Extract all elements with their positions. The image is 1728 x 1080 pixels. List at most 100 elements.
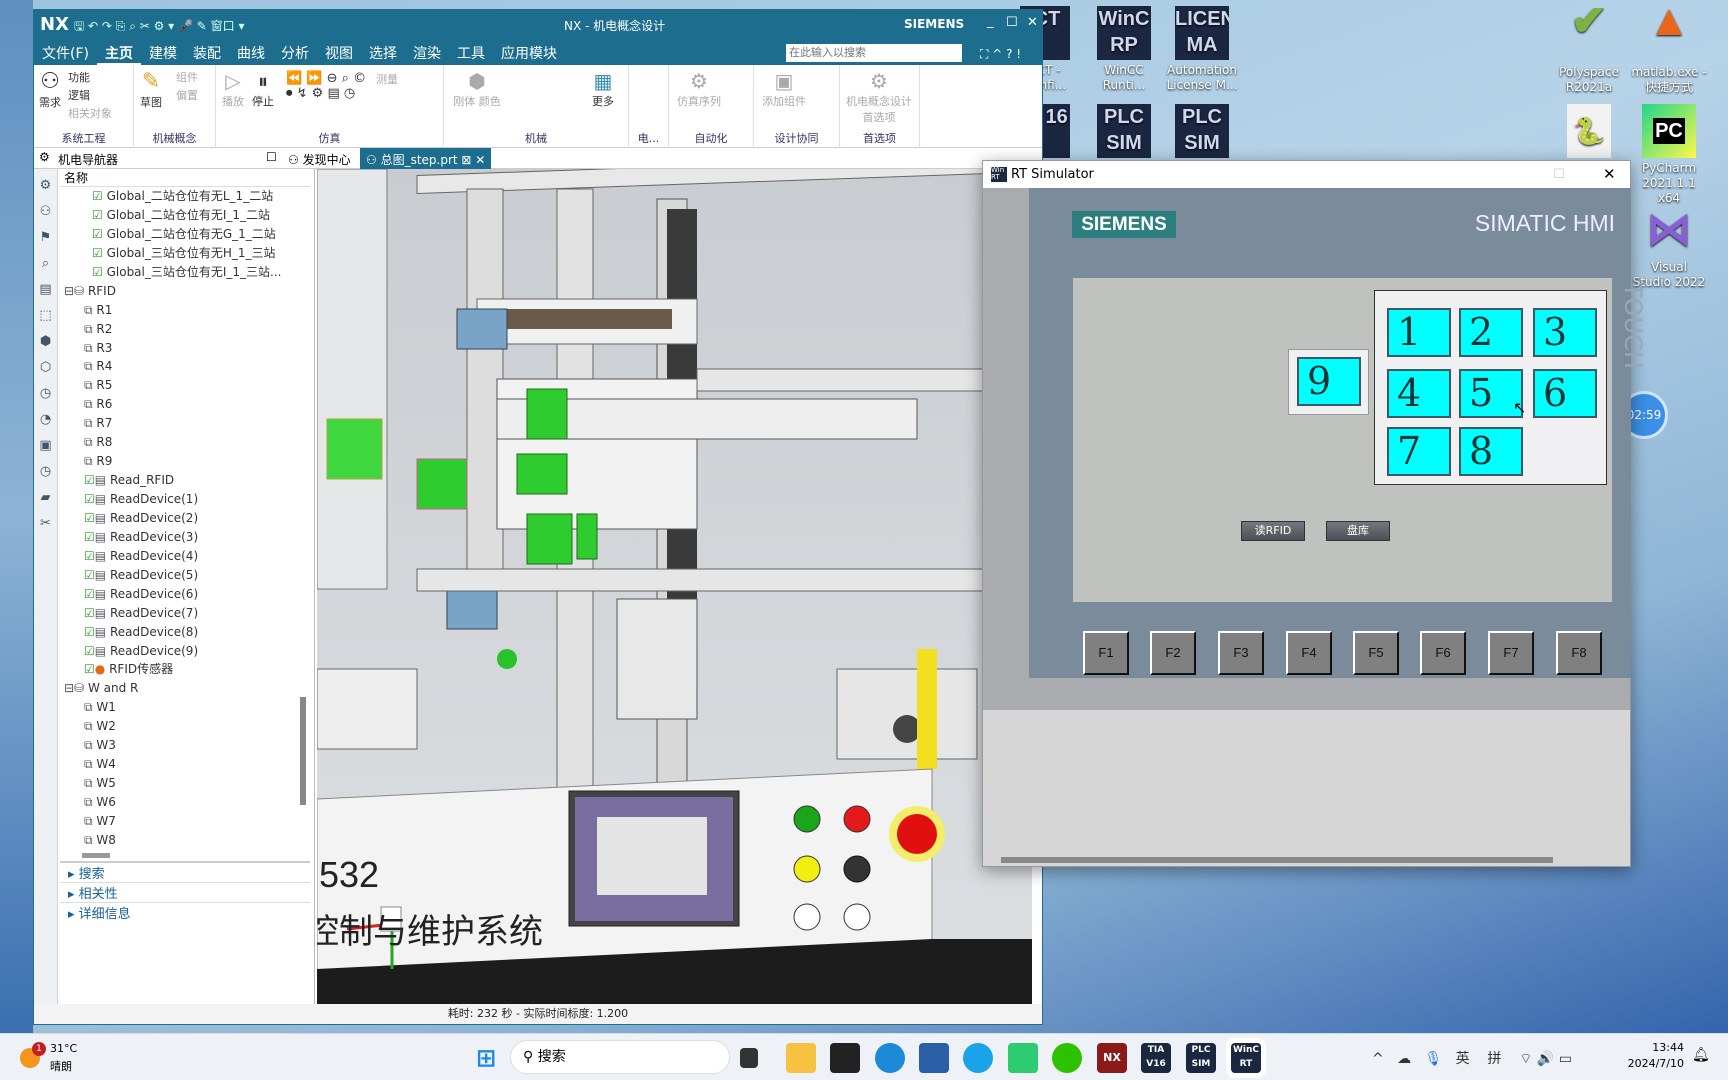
stop-button[interactable]: ⏸ 停止 — [252, 69, 274, 109]
column-header-name[interactable]: 名称 — [60, 169, 310, 187]
menu-analysis[interactable]: 分析 — [273, 40, 317, 63]
quick-access-toolbar[interactable]: 🖫 ↶ ↷ ⎘ ⌕ ✂ ⚙ ▾ 🎤 ✎ 窗口 ▾ — [74, 17, 245, 38]
menu-curve[interactable]: 曲线 — [229, 40, 273, 63]
maximize-button[interactable]: ☐ — [1006, 15, 1018, 30]
tree-vertical-scrollbar[interactable] — [300, 697, 306, 805]
close-button[interactable]: ✕ — [1027, 15, 1038, 30]
function-key-f4[interactable]: F4 — [1286, 631, 1332, 675]
ribbon-options-icons[interactable]: ⛶ ^ ? ! — [972, 44, 1029, 62]
section-dependencies[interactable]: ▸ 相关性 — [60, 883, 310, 903]
related-objects-button[interactable]: 相关对象 — [68, 105, 112, 121]
measure-button[interactable]: 测量 — [376, 71, 398, 87]
slot-button-1[interactable]: 1 — [1387, 308, 1451, 357]
tree-item[interactable]: ⊟⛁ W and R — [60, 679, 296, 698]
tree-item[interactable]: ☑ Global_三站仓位有无I_1_三站... — [60, 263, 296, 282]
taskbar-app-task-view[interactable] — [740, 1048, 758, 1068]
function-key-f6[interactable]: F6 — [1420, 631, 1466, 675]
rt-horizontal-scrollbar[interactable] — [1001, 857, 1553, 863]
section-details[interactable]: ▸ 详细信息 — [60, 903, 310, 923]
desktop-icon-plcsim[interactable]: PLC SIM — [1164, 104, 1240, 161]
menu-application[interactable]: 应用模块 — [493, 40, 565, 63]
minimize-button[interactable]: _ — [987, 14, 994, 29]
window-menu[interactable]: 窗口 — [211, 19, 235, 33]
tree-item[interactable]: ☑▤ ReadDevice(9) — [60, 642, 296, 661]
menu-tools[interactable]: 工具 — [449, 40, 493, 63]
taskbar-app-wechat[interactable] — [1052, 1043, 1082, 1073]
tree-item[interactable]: ☑ Global_二站仓位有无G_1_二站 — [60, 225, 296, 244]
battery-icon[interactable]: ▭ — [1559, 1051, 1572, 1067]
tree-item[interactable]: ☑▤ ReadDevice(3) — [60, 528, 296, 547]
taskbar-app-nx[interactable]: NX — [1097, 1043, 1127, 1073]
close-button[interactable]: ✕ — [1603, 161, 1616, 188]
desktop-icon-python-file[interactable]: 🐍 — [1551, 104, 1627, 161]
desktop-icon-matlab[interactable]: ▲ matlab.exe - 快捷方式 — [1631, 8, 1707, 95]
maximize-button[interactable]: ☐ — [1553, 161, 1565, 188]
start-button[interactable]: ⊞ — [471, 1043, 501, 1073]
input-lang[interactable]: 英 — [1456, 1051, 1470, 1067]
tree-item[interactable]: ⧉ W2 — [60, 717, 296, 736]
tree-item[interactable]: ⧉ R4 — [60, 357, 296, 376]
tree-item[interactable]: ⧉ W3 — [60, 736, 296, 755]
function-key-f1[interactable]: F1 — [1083, 631, 1129, 675]
section-search[interactable]: ▸ 搜索 — [60, 863, 310, 883]
slot-button-7[interactable]: 7 — [1387, 427, 1451, 476]
resource-bar-icons[interactable]: ⚙ ⚇ ⚑ ⌕ ▤ ⬚ ⬢ ⬡ ◷ ◔ ▣ ◷ ▰ ✂ — [34, 169, 57, 537]
tree-item[interactable]: ⧉ R2 — [60, 320, 296, 339]
tree-item[interactable]: ⊟⛁ RFID — [60, 282, 296, 301]
wifi-icon[interactable]: ⌔ — [1519, 1051, 1532, 1067]
taskbar-search[interactable]: ⚲ 搜索 — [510, 1040, 730, 1074]
mcd-preferences-button[interactable]: ⚙ 机电概念设计首选项 — [846, 69, 912, 125]
offset-button[interactable]: 偏置 — [176, 87, 198, 103]
tree-item[interactable]: ☑● RFID传感器 — [60, 660, 296, 679]
desktop-icon-wincc-runtime[interactable]: WinC RP WinCC Runti... — [1086, 6, 1162, 93]
clock[interactable]: 13:44 2024/7/10 — [1620, 1040, 1684, 1072]
logic-button[interactable]: 逻辑 — [68, 87, 90, 103]
taskbar-app-store[interactable] — [919, 1043, 949, 1073]
inventory-button[interactable]: 盘库 — [1326, 521, 1390, 541]
tree-item[interactable]: ⧉ R5 — [60, 376, 296, 395]
tree-item[interactable]: ⧉ W5 — [60, 774, 296, 793]
slot-button-6[interactable]: 6 — [1533, 369, 1597, 418]
desktop-icon-visual-studio[interactable]: ⋈ Visual Studio 2022 — [1631, 203, 1707, 290]
function-button[interactable]: 功能 — [68, 69, 90, 85]
slot-button-8[interactable]: 8 — [1459, 427, 1523, 476]
taskbar-app-browser[interactable] — [963, 1043, 993, 1073]
tree-item[interactable]: ☑ Global_三站仓位有无H_1_三站 — [60, 244, 296, 263]
function-key-f5[interactable]: F5 — [1353, 631, 1399, 675]
show-hidden-icons[interactable]: ^ — [1372, 1051, 1384, 1067]
taskbar-app-black[interactable] — [830, 1043, 860, 1073]
navigator-maximize-icon[interactable]: ☐ — [266, 150, 277, 164]
slot-button-3[interactable]: 3 — [1533, 308, 1597, 357]
tree-item[interactable]: ⧉ W7 — [60, 812, 296, 831]
menu-select[interactable]: 选择 — [361, 40, 405, 63]
play-button[interactable]: ▷ 播放 — [222, 69, 244, 109]
tree-item[interactable]: ⧉ W6 — [60, 793, 296, 812]
slot-button-4[interactable]: 4 — [1387, 369, 1451, 418]
microphone-icon[interactable]: 🎙 — [1424, 1051, 1442, 1067]
tree-horizontal-scrollbar[interactable] — [82, 853, 110, 858]
desktop-icon-pycharm[interactable]: PC PyCharm 2021.1.1 x64 — [1631, 104, 1707, 206]
desktop-icon-polyspace[interactable]: ✔ Polyspace R2021a — [1551, 8, 1627, 95]
tree-item[interactable]: ⧉ R8 — [60, 433, 296, 452]
taskbar-app-green[interactable] — [1008, 1043, 1038, 1073]
function-key-f2[interactable]: F2 — [1150, 631, 1196, 675]
taskbar-app-edge[interactable] — [875, 1043, 905, 1073]
tree-item[interactable]: ☑▤ Read_RFID — [60, 471, 296, 490]
tree-item[interactable]: ☑▤ ReadDevice(8) — [60, 623, 296, 642]
more-button[interactable]: ▦ 更多 — [592, 69, 614, 109]
tree-item[interactable]: ⧉ R6 — [60, 395, 296, 414]
menu-file[interactable]: 文件(F) — [34, 40, 97, 63]
desktop-icon-automation-license[interactable]: LICEN MA Automation License M... — [1164, 6, 1240, 93]
volume-icon[interactable]: 🔊 — [1537, 1051, 1554, 1067]
tree-item[interactable]: ☑▤ ReadDevice(5) — [60, 566, 296, 585]
command-search-input[interactable] — [786, 44, 962, 62]
tree-item[interactable]: ⧉ R7 — [60, 414, 296, 433]
slot-button-2[interactable]: 2 — [1459, 308, 1523, 357]
add-component-button[interactable]: ▣ 添加组件 — [762, 69, 806, 109]
menu-assembly[interactable]: 装配 — [185, 40, 229, 63]
tree-item[interactable]: ⧉ W1 — [60, 698, 296, 717]
rigid-body-button[interactable]: ⬢ 刚体 颜色 — [452, 69, 502, 109]
component-button[interactable]: 组件 — [176, 69, 198, 85]
navigator-gear-icon[interactable]: ⚙ — [39, 150, 50, 164]
desktop-icon-plcsim-adv[interactable]: PLC SIM — [1086, 104, 1162, 161]
